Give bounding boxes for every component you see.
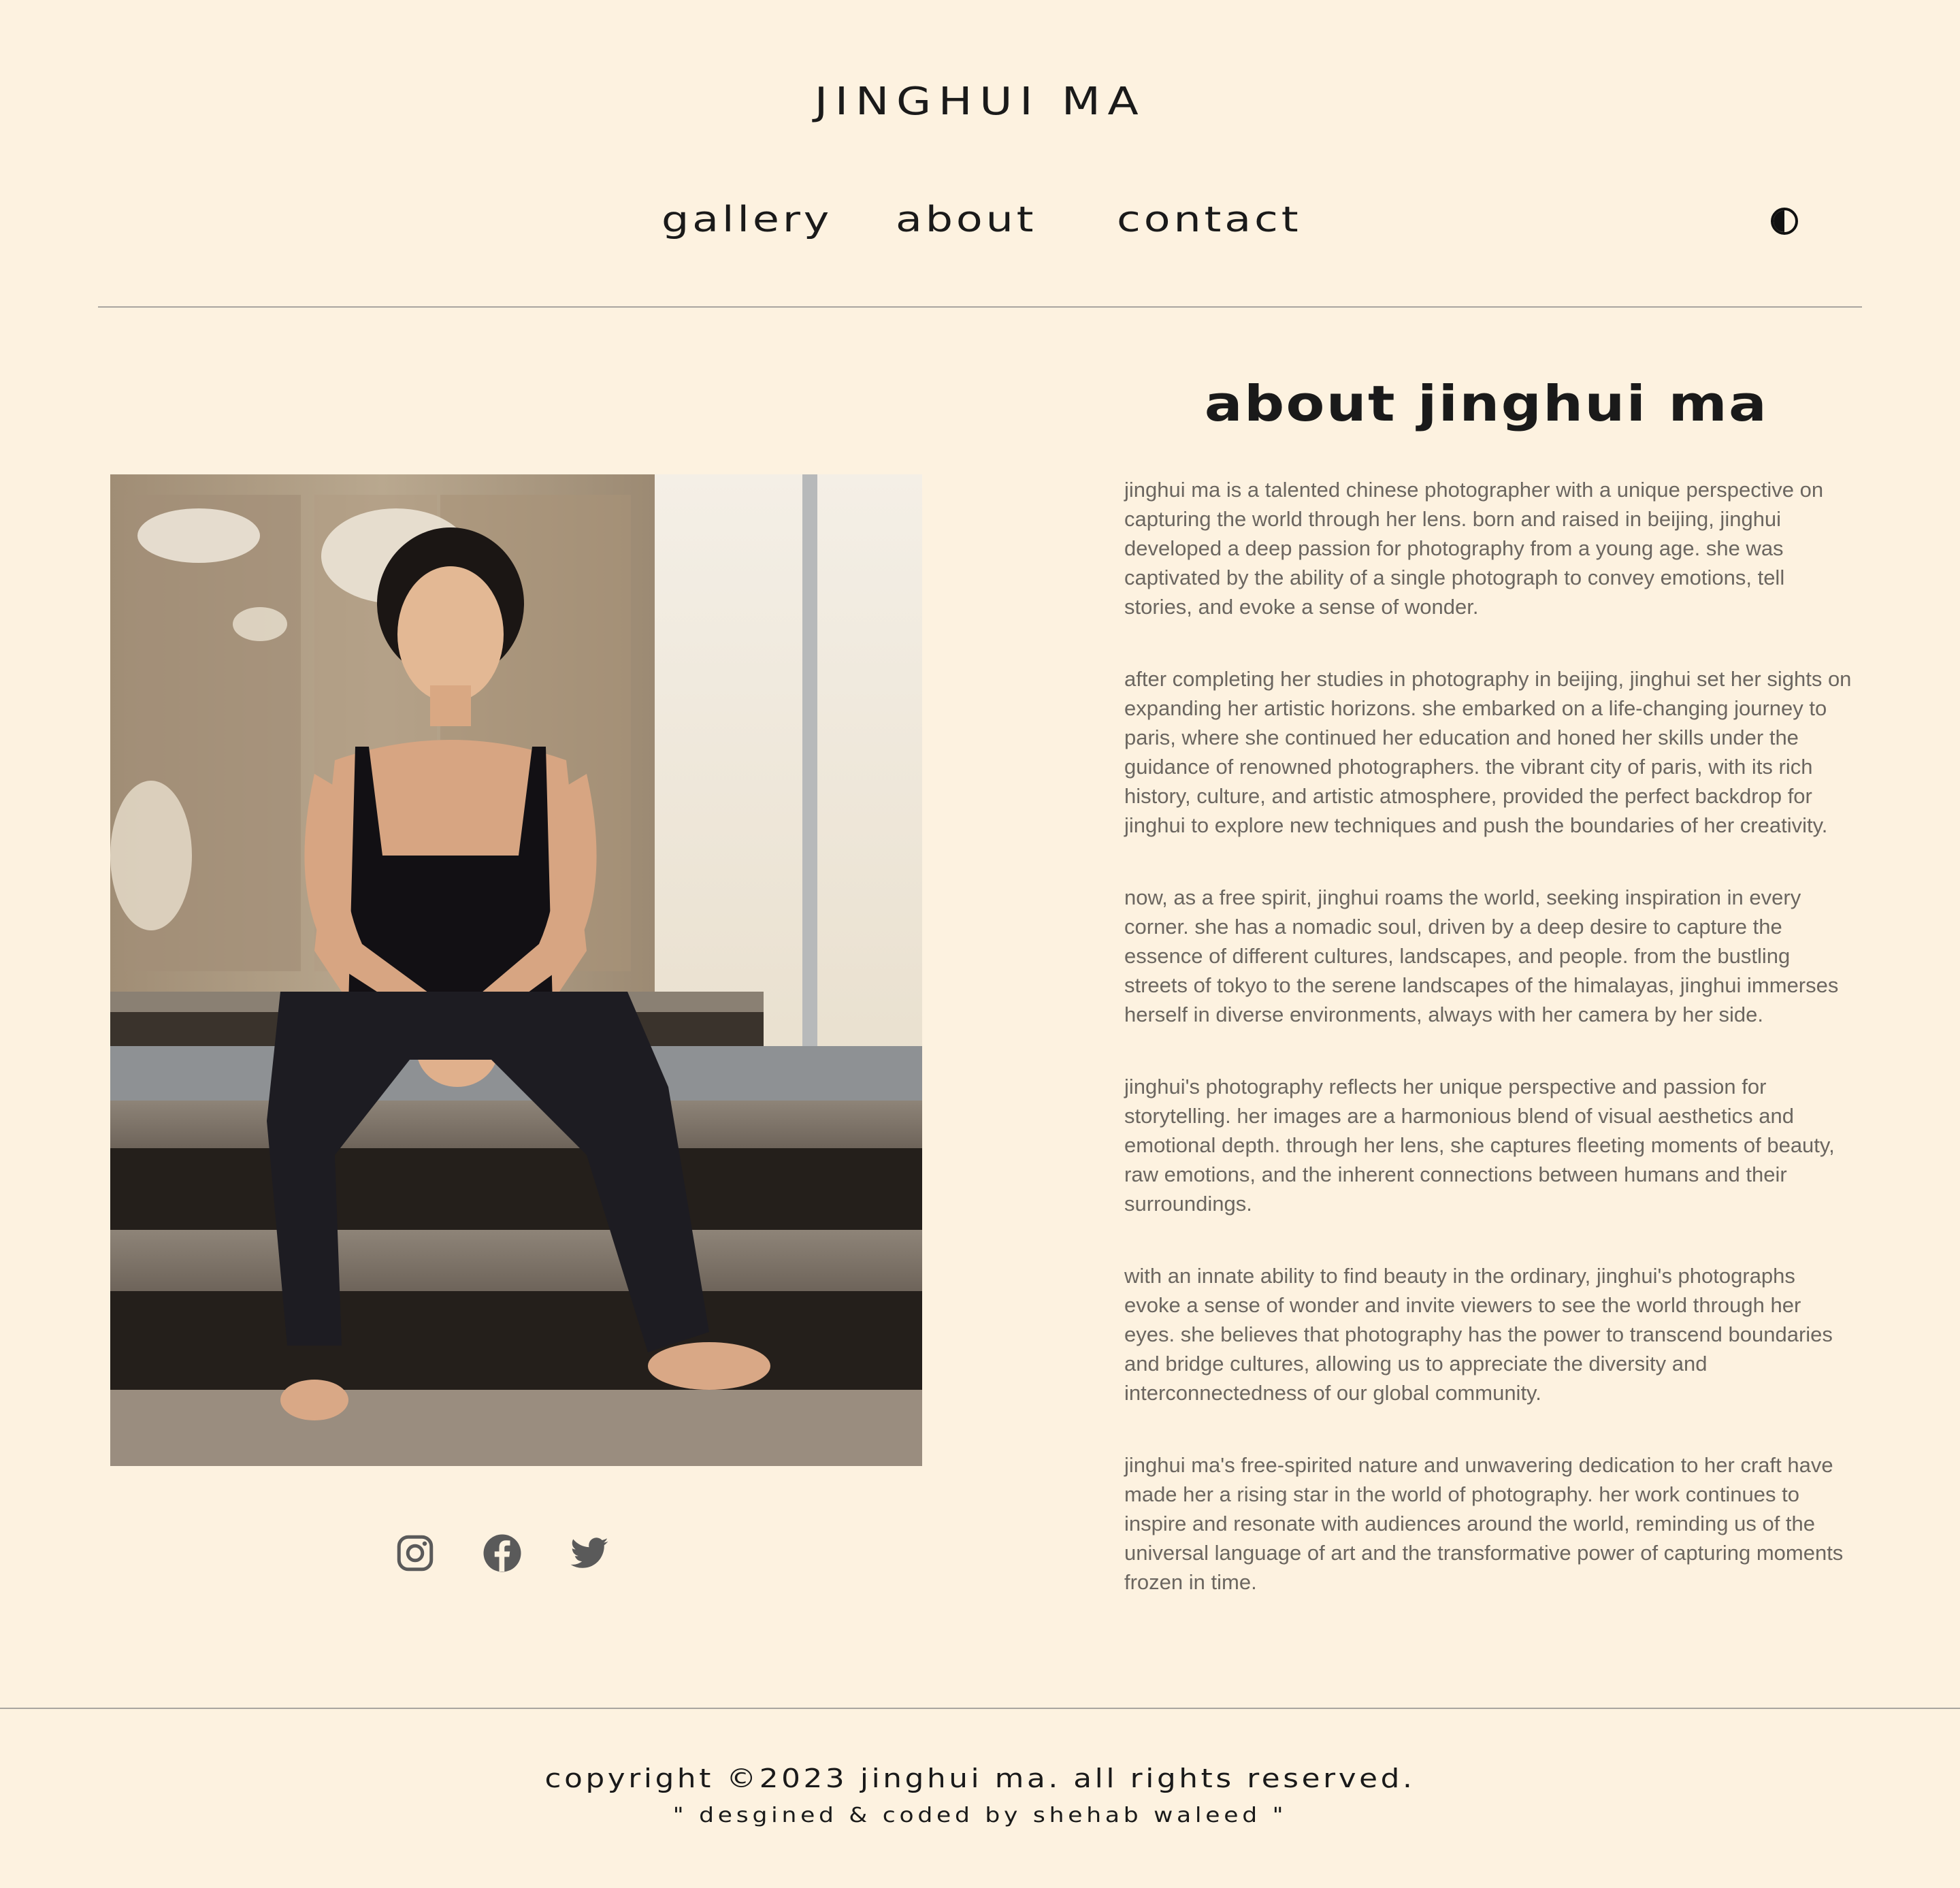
footer-divider — [0, 1708, 1960, 1709]
header-divider — [98, 306, 1862, 308]
about-paragraph: after completing her studies in photogra… — [1124, 667, 1852, 837]
twitter-icon[interactable] — [569, 1533, 610, 1574]
about-body: jinghui ma is a talented chinese photogr… — [1124, 475, 1852, 1640]
portrait-photo — [110, 474, 922, 1466]
about-paragraph: now, as a free spirit, jinghui roams the… — [1124, 885, 1839, 1026]
about-paragraph: jinghui ma's free-spirited nature and un… — [1124, 1453, 1844, 1594]
theme-toggle-button[interactable] — [1771, 208, 1798, 235]
about-paragraph: with an innate ability to find beauty in… — [1124, 1264, 1833, 1405]
footer-copyright: copyright ©2023 jinghui ma. all rights r… — [544, 1763, 1416, 1793]
about-heading: about jinghui ma — [1204, 375, 1769, 432]
instagram-icon[interactable] — [395, 1533, 436, 1574]
facebook-icon[interactable] — [482, 1533, 523, 1574]
nav-link-gallery[interactable]: gallery — [662, 196, 832, 244]
nav-link-about[interactable]: about — [896, 196, 1036, 244]
site-title: JINGHUI MA — [814, 80, 1146, 124]
half-circle-icon — [1774, 210, 1784, 232]
footer-credit: " desgined & coded by shehab waleed " — [672, 1804, 1288, 1827]
main-nav: gallery about contact — [0, 196, 1960, 244]
about-paragraph: jinghui ma is a talented chinese photogr… — [1124, 478, 1824, 619]
about-paragraph: jinghui's photography reflects her uniqu… — [1124, 1075, 1835, 1216]
nav-link-contact[interactable]: contact — [1117, 196, 1302, 244]
social-links — [0, 1533, 1032, 1576]
